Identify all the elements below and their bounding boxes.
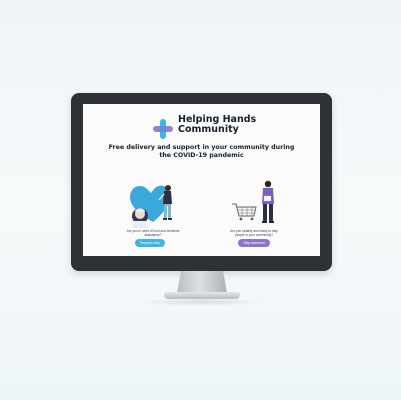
monitor-stand-neck — [177, 271, 227, 293]
help-someone-question: Are you healthy and ready to help people… — [214, 229, 294, 237]
brand-name: Helping Hands Community — [178, 115, 268, 135]
request-help-card: Are you in need of food and medicine ass… — [113, 176, 193, 256]
monitor: Helping Hands Community Free delivery an… — [71, 93, 332, 271]
brand-logo[interactable]: Helping Hands Community — [153, 114, 263, 140]
monitor-shadow — [140, 298, 264, 306]
shopper-with-cart-illustration — [232, 180, 274, 223]
person-with-heart-illustration — [129, 185, 172, 228]
help-someone-button[interactable]: Help someone — [238, 239, 270, 247]
request-help-question: Are you in need of food and medicine ass… — [113, 229, 193, 237]
headline-line1: Free delivery and support in your commun… — [108, 144, 295, 151]
request-help-question-line2: assistance? — [144, 233, 162, 237]
help-someone-question-line2: people in your community? — [234, 233, 274, 237]
brand-name-line2: Community — [178, 124, 239, 135]
help-someone-card: Are you healthy and ready to help people… — [214, 176, 294, 256]
headline-line2: the COVID-19 pandemic — [159, 152, 244, 159]
helping-hands-logo-icon — [153, 119, 173, 139]
page-headline: Free delivery and support in your commun… — [101, 144, 302, 160]
website-screen: Helping Hands Community Free delivery an… — [83, 104, 320, 256]
request-help-button[interactable]: Request help — [135, 239, 165, 247]
